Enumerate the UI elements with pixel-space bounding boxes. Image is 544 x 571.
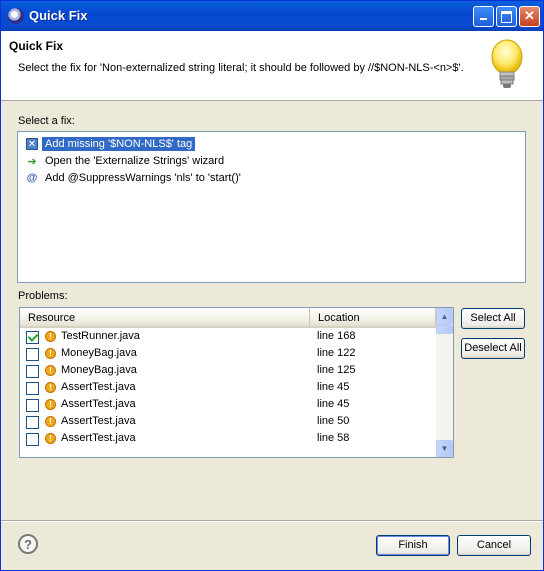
scroll-thumb[interactable] (436, 325, 453, 334)
row-resource: AssertTest.java (61, 432, 136, 444)
minimize-icon (480, 18, 487, 20)
row-checkbox[interactable] (26, 382, 39, 395)
cancel-button[interactable]: Cancel (457, 535, 531, 556)
row-location: line 125 (317, 364, 356, 376)
warning-icon: ! (45, 433, 56, 444)
row-location: line 50 (317, 415, 350, 427)
quick-fix-dialog: Quick Fix ✕ Quick Fix Select the fix for… (0, 0, 544, 571)
table-row[interactable]: ! AssertTest.java line 50 (20, 414, 436, 431)
title-bar[interactable]: Quick Fix ✕ (1, 1, 543, 31)
scroll-down-button[interactable]: ▼ (436, 440, 453, 457)
close-button[interactable]: ✕ (519, 6, 540, 27)
dialog-header: Quick Fix Select the fix for 'Non-extern… (1, 31, 543, 101)
row-resource: MoneyBag.java (61, 347, 137, 359)
scroll-up-button[interactable]: ▲ (436, 308, 453, 325)
footer-separator (1, 520, 543, 522)
row-checkbox[interactable] (26, 433, 39, 446)
row-location: line 45 (317, 398, 350, 410)
row-resource: AssertTest.java (61, 398, 136, 410)
row-checkbox[interactable] (26, 365, 39, 378)
row-resource: AssertTest.java (61, 415, 136, 427)
warning-icon: ! (45, 382, 56, 393)
table-row[interactable]: ! AssertTest.java line 45 (20, 397, 436, 414)
vertical-scrollbar[interactable]: ▲ ▼ (436, 308, 453, 457)
warning-icon: ! (45, 416, 56, 427)
select-fix-label: Select a fix: (18, 115, 75, 127)
close-icon: ✕ (524, 8, 535, 23)
row-checkbox[interactable] (26, 416, 39, 429)
table-row[interactable]: ! AssertTest.java line 58 (20, 431, 436, 448)
row-checkbox[interactable] (26, 331, 39, 344)
warning-icon: ! (45, 399, 56, 410)
select-all-button[interactable]: Select All (461, 308, 525, 329)
column-header-location[interactable]: Location (310, 308, 436, 328)
header-title: Quick Fix (9, 39, 64, 53)
lightbulb-icon (479, 33, 535, 88)
tag-icon: ✕ (26, 138, 38, 150)
row-resource: MoneyBag.java (61, 364, 137, 376)
wizard-arrow-icon: ➔ (27, 155, 37, 168)
row-location: line 168 (317, 330, 356, 342)
row-location: line 58 (317, 432, 350, 444)
fix-item-suppress-warnings[interactable]: @ Add @SuppressWarnings 'nls' to 'start(… (26, 170, 244, 186)
table-row[interactable]: ! AssertTest.java line 45 (20, 380, 436, 397)
fix-item-label: Open the 'Externalize Strings' wizard (45, 155, 225, 167)
annotation-icon: @ (26, 172, 38, 184)
row-checkbox[interactable] (26, 399, 39, 412)
eclipse-icon (8, 8, 24, 24)
maximize-button[interactable] (496, 6, 517, 27)
fix-item-externalize-wizard[interactable]: ➔ Open the 'Externalize Strings' wizard (26, 153, 227, 169)
help-icon: ? (24, 537, 32, 552)
warning-icon: ! (45, 331, 56, 342)
minimize-button[interactable] (473, 6, 494, 27)
window-title: Quick Fix (29, 8, 88, 23)
maximize-icon (501, 11, 512, 23)
row-resource: TestRunner.java (61, 330, 140, 342)
fix-item-add-nls-tag[interactable]: ✕ Add missing '$NON-NLS$' tag (26, 136, 196, 152)
row-checkbox[interactable] (26, 348, 39, 361)
row-resource: AssertTest.java (61, 381, 136, 393)
warning-icon: ! (45, 365, 56, 376)
row-location: line 122 (317, 347, 356, 359)
finish-button[interactable]: Finish (376, 535, 450, 556)
table-row[interactable]: ! TestRunner.java line 168 (20, 329, 436, 346)
warning-icon: ! (45, 348, 56, 359)
fix-item-label: Add missing '$NON-NLS$' tag (42, 137, 196, 151)
problems-table[interactable]: Resource Location ! TestRunner.java line… (19, 307, 454, 458)
row-location: line 45 (317, 381, 350, 393)
table-row[interactable]: ! MoneyBag.java line 122 (20, 346, 436, 363)
help-button[interactable]: ? (18, 534, 38, 554)
header-message: Select the fix for 'Non-externalized str… (18, 62, 464, 74)
problems-label: Problems: (18, 290, 68, 302)
deselect-all-button[interactable]: Deselect All (461, 338, 525, 359)
fix-list[interactable]: ✕ Add missing '$NON-NLS$' tag ➔ Open the… (17, 131, 526, 283)
chevron-down-icon: ▼ (440, 444, 449, 453)
chevron-up-icon: ▲ (440, 312, 449, 321)
table-row[interactable]: ! MoneyBag.java line 125 (20, 363, 436, 380)
fix-item-label: Add @SuppressWarnings 'nls' to 'start()' (45, 172, 241, 184)
column-header-resource[interactable]: Resource (20, 308, 310, 328)
